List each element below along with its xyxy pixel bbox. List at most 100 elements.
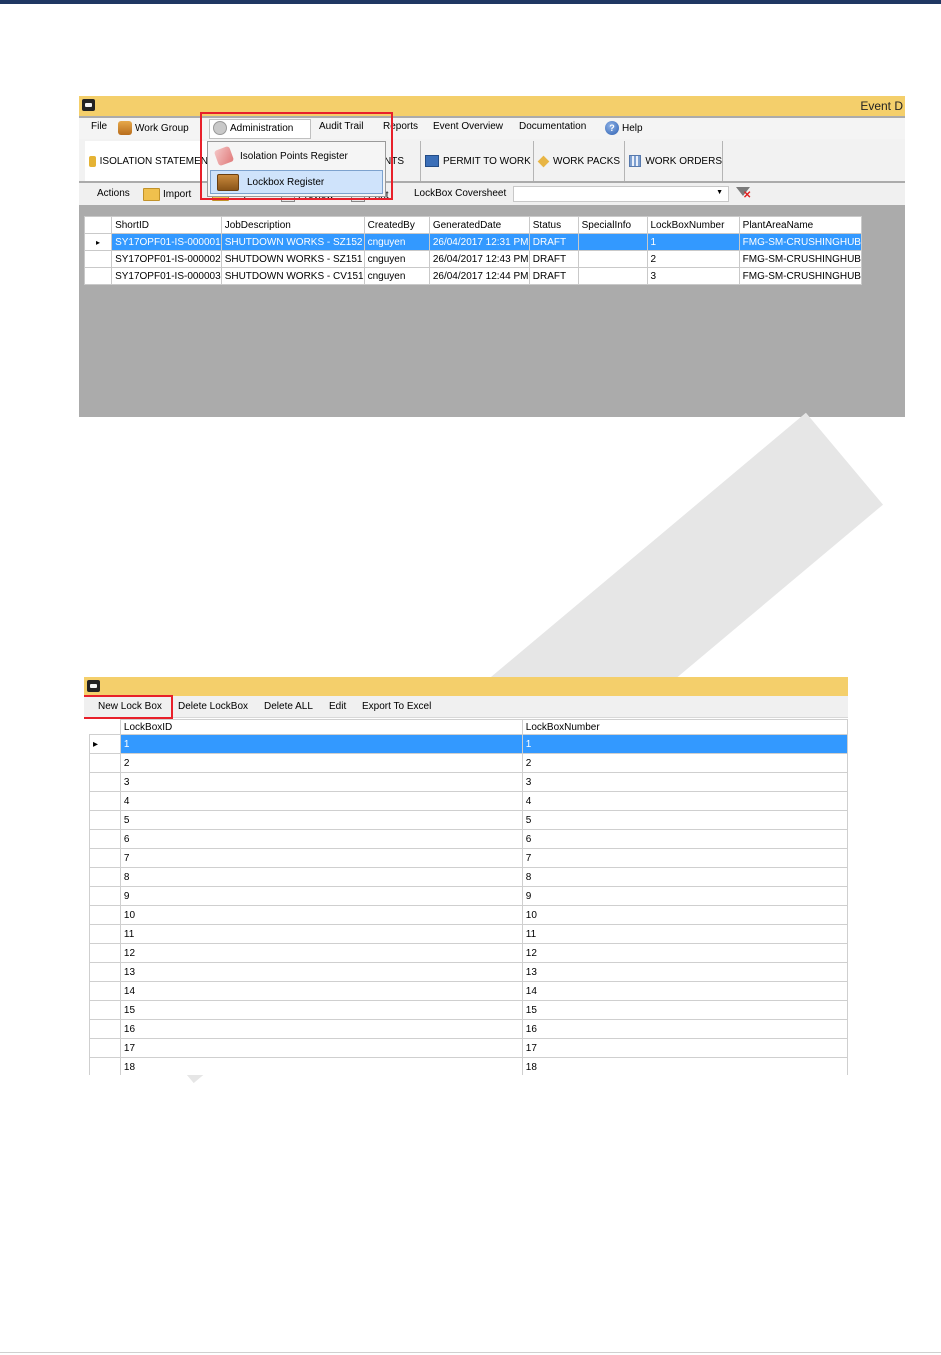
row-header[interactable] (89, 848, 121, 868)
table-cell[interactable]: FMG-SM-CRUSHINGHUB (738, 250, 863, 268)
row-header[interactable] (89, 829, 121, 849)
table-cell[interactable]: SY17OPF01-IS-000002 (111, 250, 222, 268)
table-cell[interactable]: 7 (119, 848, 523, 868)
row-header[interactable] (89, 962, 121, 982)
row-header[interactable] (89, 905, 121, 925)
table-cell[interactable]: 13 (119, 962, 523, 982)
table-cell[interactable]: 26/04/2017 12:44 PM (428, 267, 530, 285)
table-row[interactable]: 44 (89, 791, 848, 811)
menu-event-overview[interactable]: Event Overview (433, 121, 503, 132)
table-cell[interactable]: 11 (521, 924, 848, 944)
delete-all-button[interactable]: Delete ALL (264, 701, 313, 712)
table-cell[interactable]: 3 (521, 772, 848, 792)
table-cell[interactable]: 2 (119, 753, 523, 773)
menu-documentation[interactable]: Documentation (519, 121, 586, 132)
table-row[interactable]: 14 14 (89, 981, 848, 1001)
table-row[interactable]: 55 (89, 810, 848, 830)
table-row[interactable]: 66 (89, 829, 848, 849)
table-cell[interactable]: 14 (119, 981, 523, 1001)
row-header[interactable] (89, 1057, 121, 1075)
menu-file[interactable]: File (91, 121, 107, 132)
column-header[interactable]: JobDescription (220, 216, 365, 234)
table-cell[interactable]: 2 (521, 753, 848, 773)
table-cell[interactable]: 18 (119, 1057, 523, 1075)
row-header[interactable] (89, 1000, 121, 1020)
table-row[interactable]: 12 12 (89, 943, 848, 963)
row-header[interactable] (89, 886, 121, 906)
row-header[interactable]: ▸ (83, 233, 113, 251)
table-cell[interactable]: cnguyen (363, 250, 430, 268)
table-cell[interactable]: DRAFT (528, 250, 579, 268)
table-cell[interactable]: 17 (119, 1038, 523, 1058)
row-header[interactable] (89, 981, 121, 1001)
table-row[interactable]: 22 (89, 753, 848, 773)
row-header[interactable]: ▸ (89, 734, 121, 754)
tab-work-packs[interactable]: WORK PACKS (534, 141, 625, 181)
table-cell[interactable]: 15 (521, 1000, 848, 1020)
table-cell[interactable]: 3 (119, 772, 523, 792)
menu-work-group[interactable]: Work Group (118, 121, 189, 135)
table-cell[interactable]: FMG-SM-CRUSHINGHUB (738, 233, 863, 251)
table-cell[interactable]: 17 (521, 1038, 848, 1058)
edit-button[interactable]: Edit (329, 701, 346, 712)
table-cell[interactable]: 16 (119, 1019, 523, 1039)
table-cell[interactable]: 7 (521, 848, 848, 868)
table-cell[interactable]: 6 (119, 829, 523, 849)
table-cell[interactable]: 26/04/2017 12:43 PM (428, 250, 530, 268)
import-button[interactable]: Import (143, 188, 191, 201)
table-cell[interactable]: 4 (119, 791, 523, 811)
table-cell[interactable]: 11 (119, 924, 523, 944)
tab-work-orders[interactable]: WORK ORDERS (625, 141, 723, 181)
table-cell[interactable]: SHUTDOWN WORKS - CV151 (220, 267, 365, 285)
column-header[interactable]: CreatedBy (363, 216, 430, 234)
table-cell[interactable]: 1 (521, 734, 848, 754)
table-row[interactable]: 18 18 (89, 1057, 848, 1075)
row-header[interactable] (83, 250, 113, 268)
row-header[interactable] (89, 791, 121, 811)
table-row[interactable]: SY17OPF01-IS-000003 SHUTDOWN WORKS - CV15… (83, 267, 863, 285)
column-header[interactable]: PlantAreaName (738, 216, 863, 234)
table-row[interactable]: SY17OPF01-IS-000002 SHUTDOWN WORKS - SZ15… (83, 250, 863, 268)
table-cell[interactable]: SY17OPF01-IS-000001 (111, 233, 222, 251)
table-cell[interactable]: SHUTDOWN WORKS - SZ152 (220, 233, 365, 251)
table-cell[interactable]: 13 (521, 962, 848, 982)
clear-filter-icon[interactable] (736, 186, 752, 202)
table-cell[interactable]: DRAFT (528, 233, 579, 251)
row-header[interactable] (89, 1019, 121, 1039)
table-cell[interactable]: 12 (521, 943, 848, 963)
table-cell[interactable]: cnguyen (363, 267, 430, 285)
column-header[interactable]: LockBoxID (119, 719, 523, 735)
table-cell[interactable]: SY17OPF01-IS-000003 (111, 267, 222, 285)
table-cell[interactable] (577, 233, 648, 251)
column-header[interactable]: LockBoxNumber (521, 719, 848, 735)
table-cell[interactable] (577, 267, 648, 285)
table-cell[interactable]: SHUTDOWN WORKS - SZ151 (220, 250, 365, 268)
table-row[interactable]: 17 17 (89, 1038, 848, 1058)
table-cell[interactable]: 18 (521, 1057, 848, 1075)
chevron-down-icon[interactable]: ▼ (716, 189, 723, 196)
table-row[interactable]: 13 13 (89, 962, 848, 982)
table-row[interactable]: 99 (89, 886, 848, 906)
table-row[interactable]: ▸ SY17OPF01-IS-000001 SHUTDOWN WORKS - SZ1… (83, 233, 863, 251)
table-cell[interactable]: 8 (119, 867, 523, 887)
table-cell[interactable]: 4 (521, 791, 848, 811)
table-cell[interactable]: 3 (646, 267, 740, 285)
row-header[interactable] (89, 924, 121, 944)
table-cell[interactable]: 26/04/2017 12:31 PM (428, 233, 530, 251)
row-header[interactable] (83, 267, 113, 285)
table-cell[interactable]: 9 (521, 886, 848, 906)
table-cell[interactable]: FMG-SM-CRUSHINGHUB (738, 267, 863, 285)
table-cell[interactable]: 9 (119, 886, 523, 906)
table-row[interactable]: 77 (89, 848, 848, 868)
column-header[interactable]: SpecialInfo (577, 216, 648, 234)
table-cell[interactable]: 12 (119, 943, 523, 963)
table-row[interactable]: 15 15 (89, 1000, 848, 1020)
table-cell[interactable]: 5 (521, 810, 848, 830)
column-header[interactable]: GeneratedDate (428, 216, 530, 234)
table-cell[interactable]: 15 (119, 1000, 523, 1020)
table-cell[interactable]: cnguyen (363, 233, 430, 251)
row-header[interactable] (89, 772, 121, 792)
table-cell[interactable]: 2 (646, 250, 740, 268)
table-row[interactable]: ▸ 1 1 (89, 734, 848, 754)
row-header[interactable] (89, 943, 121, 963)
